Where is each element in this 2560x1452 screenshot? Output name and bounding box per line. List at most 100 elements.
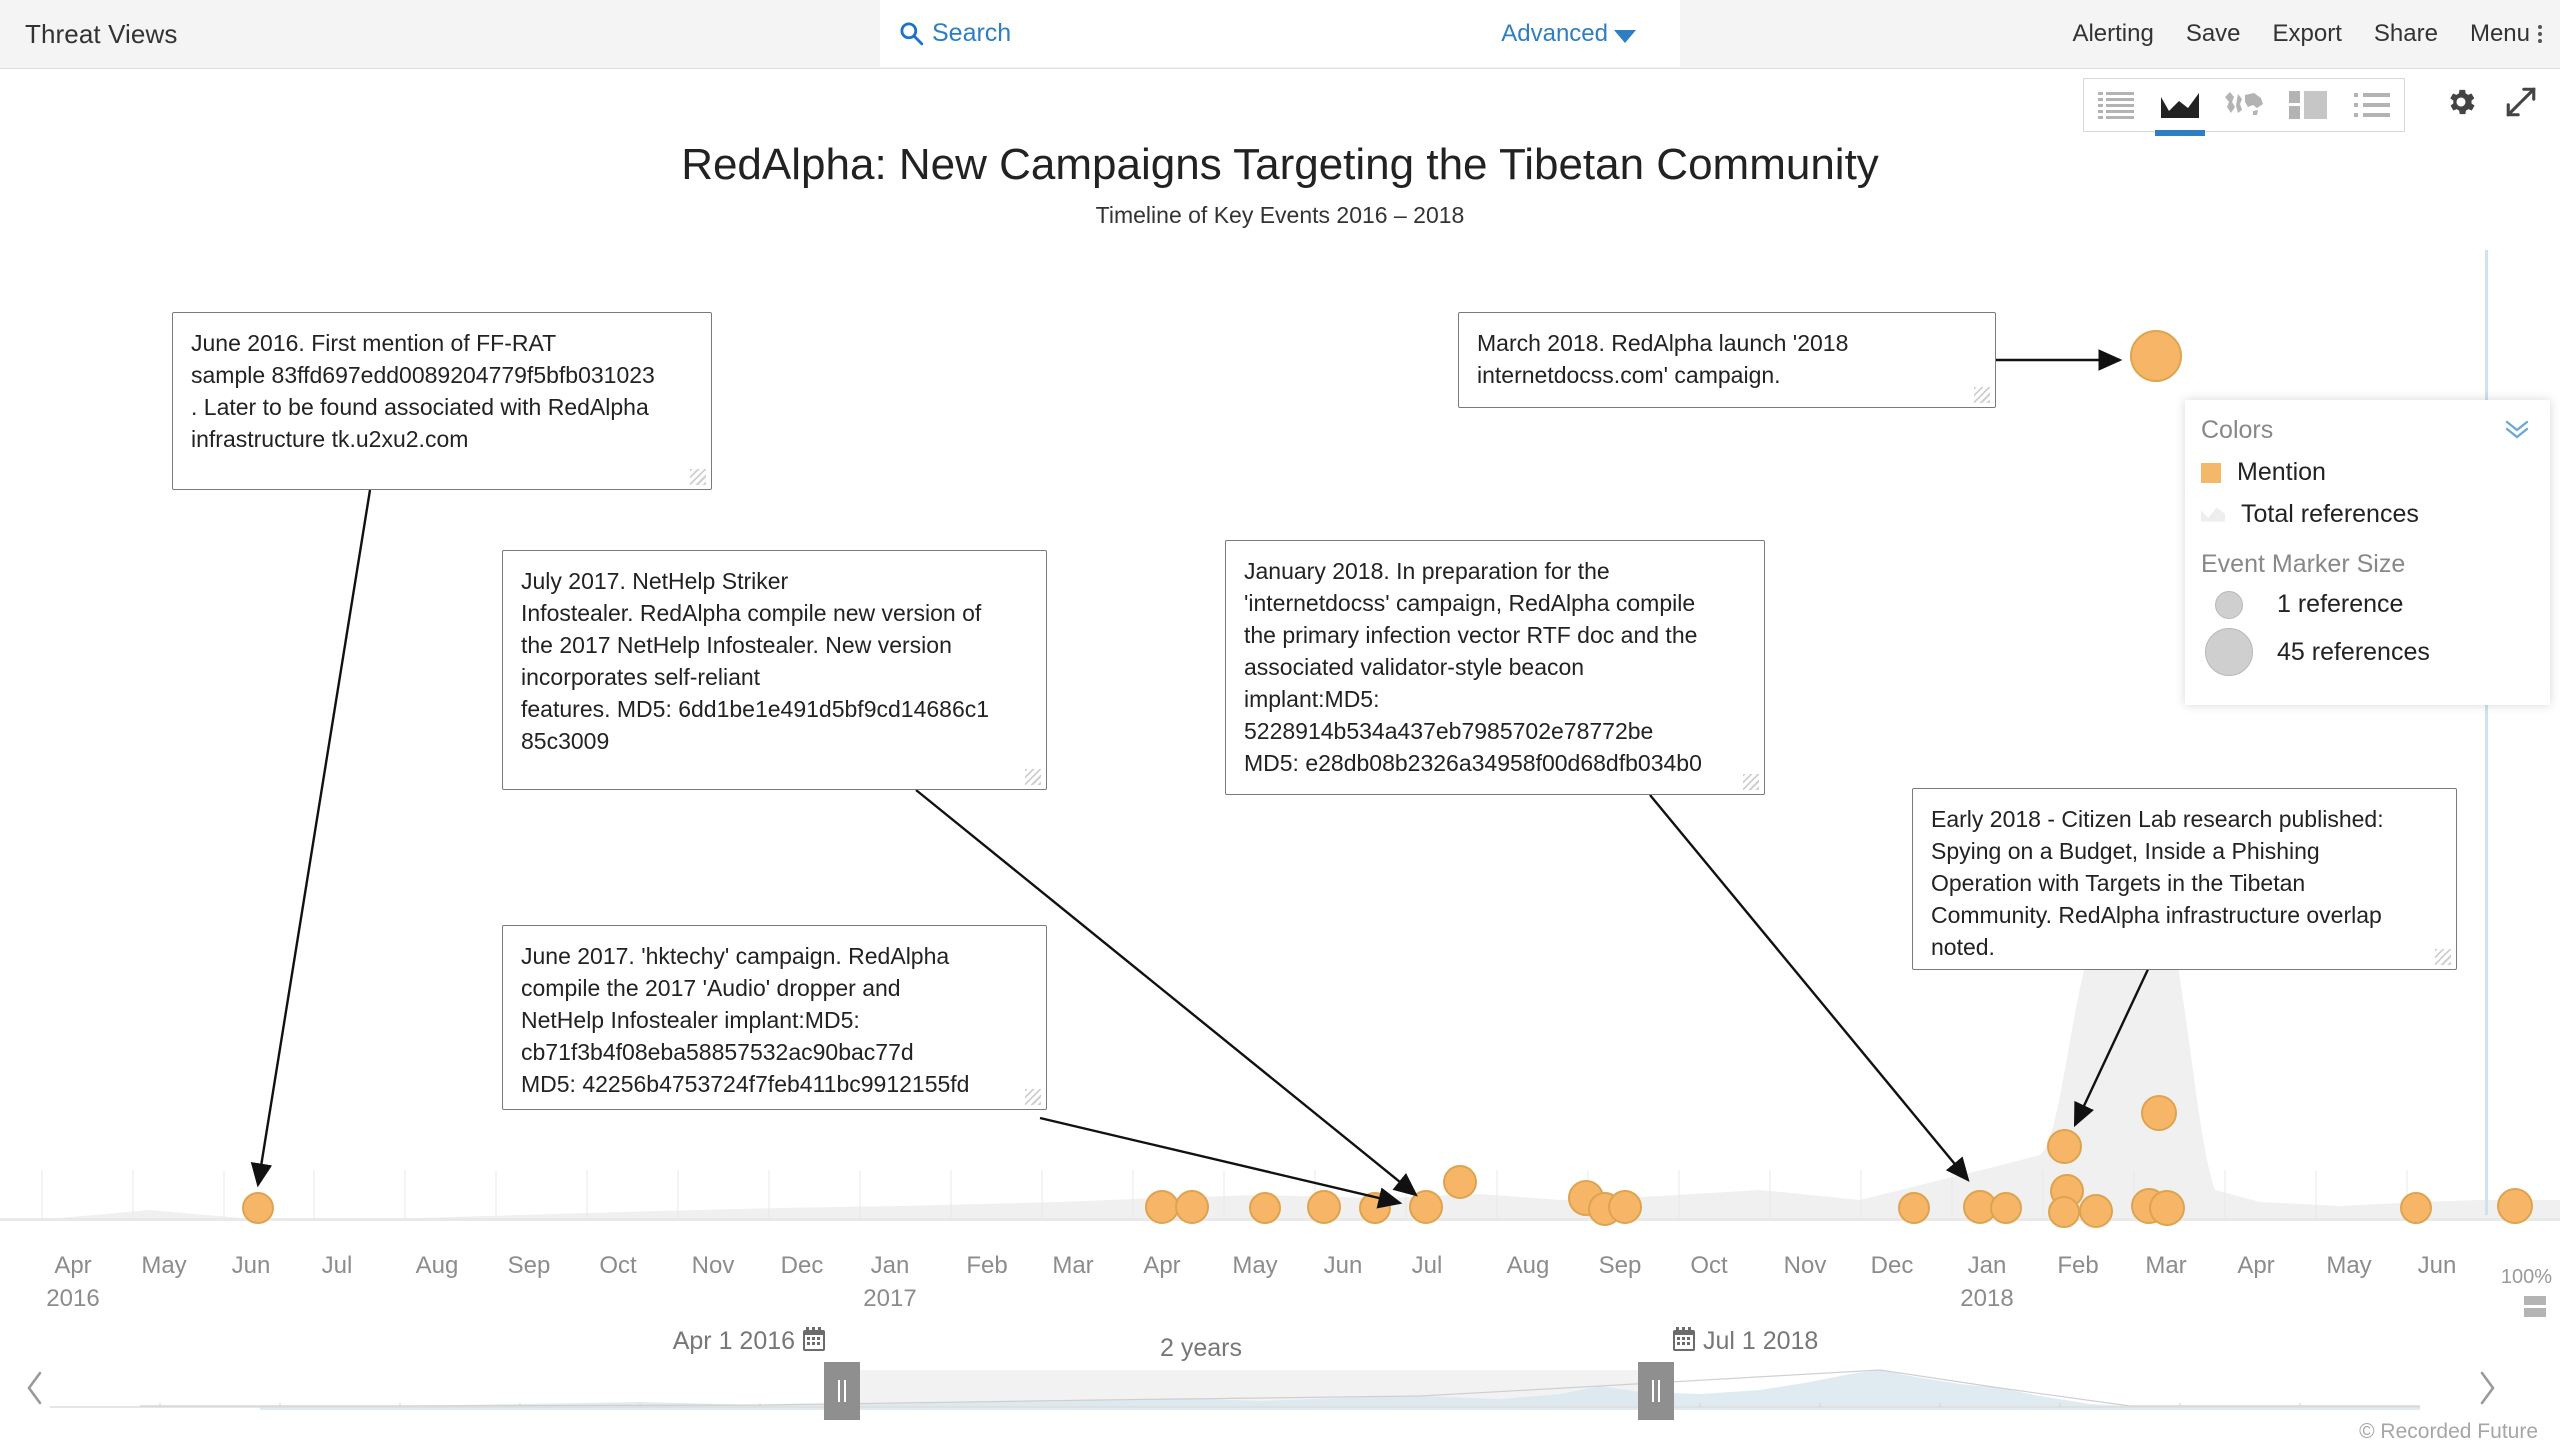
note-line: 'internetdocss' campaign, RedAlpha compi…	[1244, 590, 1696, 616]
note-line: associated validator-style beacon	[1244, 654, 1585, 680]
legend-item-mention[interactable]: Mention	[2201, 458, 2326, 487]
threat-views-app: Threat Views Search Advanced Alerting Sa…	[0, 0, 2560, 1452]
marker-size-small-icon	[2215, 590, 2243, 619]
event-marker[interactable]	[2141, 1095, 2177, 1131]
x-tick-label: Dec	[1870, 1252, 1914, 1279]
note-line: June 2016. First mention of FF-RAT	[191, 330, 557, 356]
note-jun-2017[interactable]: June 2017. 'hktechy' campaign. RedAlpha …	[502, 925, 1047, 1110]
chevron-down-icon[interactable]	[1614, 30, 1636, 43]
event-marker[interactable]	[1249, 1192, 1281, 1224]
x-tick-label: Oct	[1690, 1252, 1728, 1279]
resize-grip-icon[interactable]	[1025, 1089, 1041, 1105]
view-detail-list-button[interactable]	[2340, 79, 2404, 131]
note-jun-2016[interactable]: June 2016. First mention of FF-RAT sampl…	[172, 312, 712, 490]
search-input[interactable]: Search Advanced	[880, 0, 1680, 67]
legend-item-label: Total references	[2241, 500, 2419, 528]
x-tick-label: Jul	[321, 1252, 353, 1279]
event-marker[interactable]	[2047, 1129, 2082, 1164]
x-tick-label: Mar	[2145, 1252, 2187, 1279]
x-tick-label: Feb	[966, 1252, 1008, 1279]
menu-item-share[interactable]: Share	[2358, 20, 2454, 48]
calendar-icon[interactable]	[1672, 1326, 1696, 1352]
note-line: 85c3009	[521, 728, 610, 754]
range-start-handle[interactable]: Apr 1 2016	[673, 1327, 860, 1420]
advanced-search-label[interactable]: Advanced	[1501, 20, 1608, 48]
event-marker[interactable]	[1898, 1192, 1930, 1224]
event-marker[interactable]	[1307, 1190, 1341, 1224]
event-marker[interactable]	[242, 1192, 274, 1224]
view-timeline-button[interactable]	[2148, 79, 2212, 136]
event-marker[interactable]	[1990, 1192, 2022, 1224]
event-marker[interactable]	[1175, 1190, 1209, 1224]
resize-grip-icon[interactable]	[1743, 774, 1759, 790]
note-line: sample 83ffd697edd0089204779f5bfb031023	[191, 362, 655, 388]
chart-tools	[2444, 78, 2538, 130]
kebab-menu-icon[interactable]	[2538, 24, 2542, 43]
resize-grip-icon[interactable]	[1974, 387, 1990, 403]
x-tick-label: Apr	[1143, 1252, 1181, 1279]
note-jan-2018[interactable]: January 2018. In preparation for the 'in…	[1225, 540, 1765, 795]
resize-grip-icon[interactable]	[2435, 949, 2451, 965]
legend-item-total-references[interactable]: Total references	[2201, 500, 2419, 529]
gear-icon[interactable]	[2444, 85, 2478, 124]
x-tick-label: Jul	[1411, 1252, 1443, 1279]
event-marker[interactable]	[2079, 1194, 2113, 1228]
x-tick-label: Dec	[780, 1252, 824, 1279]
view-tile-button[interactable]	[2276, 79, 2340, 131]
x-tick-label: Sep	[1598, 1252, 1642, 1279]
x-tick-label: Nov	[1783, 1252, 1827, 1279]
x-tick-label: Aug	[1506, 1252, 1550, 1279]
menu-item-export[interactable]: Export	[2257, 20, 2358, 48]
legend-size-label: 45 references	[2277, 637, 2430, 666]
list-rows-icon	[2098, 92, 2134, 119]
event-marker[interactable]	[2497, 1188, 2533, 1224]
view-table-button[interactable]	[2084, 79, 2148, 131]
x-tick-label: Oct	[599, 1252, 637, 1279]
event-marker[interactable]	[1359, 1192, 1391, 1224]
expand-arrows-icon[interactable]	[2504, 85, 2538, 124]
menu-item-alerting[interactable]: Alerting	[2056, 20, 2169, 48]
event-marker-highlight[interactable]	[2130, 330, 2182, 382]
menu-item-menu[interactable]: Menu	[2454, 20, 2546, 48]
world-map-icon	[2225, 92, 2263, 115]
tile-grid-icon	[2289, 91, 2327, 119]
event-marker[interactable]	[2048, 1196, 2080, 1228]
event-marker[interactable]	[1608, 1190, 1642, 1224]
event-marker[interactable]	[1443, 1165, 1477, 1199]
event-marker[interactable]	[2400, 1192, 2432, 1224]
menu-item-save[interactable]: Save	[2170, 20, 2257, 48]
area-chart-icon	[2161, 93, 2199, 118]
note-line: July 2017. NetHelp Striker	[521, 568, 789, 594]
note-line: 5228914b534a437eb7985702e78772be	[1244, 718, 1654, 744]
x-tick-label: Feb	[2057, 1252, 2099, 1279]
note-line: MD5: e28db08b2326a34958f00d68dfb034b0	[1244, 750, 1702, 776]
copyright-label: © Recorded Future	[2359, 1420, 2538, 1443]
calendar-icon[interactable]	[802, 1326, 826, 1352]
range-overview-sparkline	[50, 1369, 2420, 1410]
note-line: features. MD5: 6dd1be1e491d5bf9cd14686c1	[521, 696, 990, 722]
range-end-handle[interactable]: Jul 1 2018	[1638, 1327, 1818, 1420]
note-line: infrastructure tk.u2xu2.com	[191, 426, 469, 452]
chevron-double-down-icon[interactable]	[2502, 418, 2532, 445]
legend-colors-heading: Colors	[2201, 416, 2274, 444]
page-subtitle: Timeline of Key Events 2016 – 2018	[1095, 202, 1465, 228]
total-references-area-swatch	[2201, 507, 2225, 522]
event-marker[interactable]	[1145, 1190, 1179, 1224]
note-early-2018[interactable]: Early 2018 - Citizen Lab research publis…	[1912, 788, 2457, 970]
view-mode-toolbar	[2083, 78, 2405, 136]
resize-grip-icon[interactable]	[1025, 769, 1041, 785]
resize-grip-icon[interactable]	[690, 469, 706, 485]
range-start-label: Apr 1 2016	[673, 1326, 826, 1356]
note-line: implant:MD5:	[1244, 686, 1380, 712]
event-marker[interactable]	[1409, 1190, 1443, 1224]
x-tick-label: Jun	[1323, 1252, 1363, 1279]
x-tick-label: Jun	[231, 1252, 271, 1279]
note-line: noted.	[1931, 934, 1995, 960]
note-mar-2018[interactable]: March 2018. RedAlpha launch '2018 intern…	[1458, 312, 1996, 408]
event-marker[interactable]	[2149, 1190, 2185, 1226]
note-jul-2017[interactable]: July 2017. NetHelp Striker Infostealer. …	[502, 550, 1047, 790]
range-span-label: 2 years	[1160, 1334, 1242, 1362]
view-map-button[interactable]	[2212, 79, 2276, 131]
legend-size-1-reference: 1 reference	[2215, 590, 2403, 619]
page-title: RedAlpha: New Campaigns Targeting the Ti…	[681, 140, 1879, 189]
